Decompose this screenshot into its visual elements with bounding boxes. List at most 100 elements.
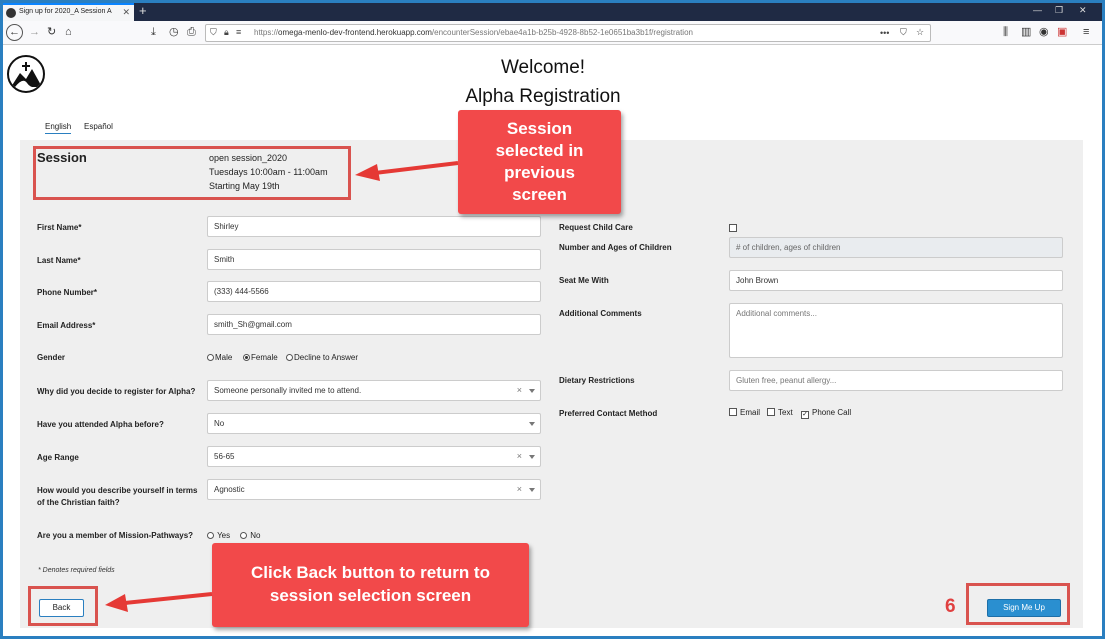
attended-before-label: Have you attended Alpha before? xyxy=(37,420,164,429)
window-close-icon[interactable]: ✕ xyxy=(1079,5,1087,16)
faith-select[interactable]: Agnostic × xyxy=(207,479,541,500)
checkbox-icon[interactable] xyxy=(767,408,775,416)
welcome-heading: Welcome! xyxy=(500,57,586,78)
step-number: 6 xyxy=(945,596,956,617)
pocket-icon[interactable]: ⛉ xyxy=(900,27,907,38)
back-highlight-box xyxy=(28,586,98,626)
sign-up-highlight-box xyxy=(966,583,1070,625)
child-care-label: Request Child Care xyxy=(559,223,633,232)
faith-label-line1: How would you describe yourself in terms xyxy=(37,486,198,495)
library-icon[interactable]: ⫼ xyxy=(1003,25,1008,39)
comments-textarea[interactable]: Additional comments... xyxy=(729,303,1063,358)
gender-label: Gender xyxy=(37,353,66,362)
home-icon[interactable]: ⌂ xyxy=(65,25,72,39)
url-path: /encounterSession/ebae4a1b-b25b-4928-8b5… xyxy=(431,28,693,37)
sidebar-icon[interactable]: ▥ xyxy=(1021,25,1031,39)
minimize-icon[interactable]: — xyxy=(1033,5,1042,15)
contact-option-email[interactable]: Email xyxy=(729,408,760,417)
contact-method-label: Preferred Contact Method xyxy=(559,409,658,418)
reload-icon[interactable]: ↻ xyxy=(47,25,56,39)
history-icon[interactable]: ◷ xyxy=(169,25,179,39)
dropdown-caret-icon[interactable] xyxy=(529,488,535,492)
email-input[interactable]: smith_Sh@gmail.com xyxy=(207,314,541,335)
clear-selection-icon[interactable]: × xyxy=(517,385,522,395)
dietary-input[interactable]: Gluten free, peanut allergy... xyxy=(729,370,1063,391)
contact-email-label: Email xyxy=(740,408,761,417)
gender-option-male[interactable]: Male xyxy=(207,353,232,362)
radio-icon[interactable] xyxy=(207,532,214,539)
phone-number-input[interactable]: (333) 444-5566 xyxy=(207,281,541,302)
children-input[interactable]: # of children, ages of children xyxy=(729,237,1063,258)
url-bar[interactable]: ⛉ 🔒︎ ≡ https://omega-menlo-dev-frontend.… xyxy=(205,24,931,42)
back-callout-line1: Click Back button to return to xyxy=(251,563,490,582)
dietary-label: Dietary Restrictions xyxy=(559,376,635,385)
gender-female-label: Female xyxy=(251,353,278,362)
page-title: Alpha Registration xyxy=(465,86,621,107)
gender-option-female[interactable]: Female xyxy=(243,353,278,362)
restore-icon[interactable]: ❐ xyxy=(1055,5,1063,16)
child-care-checkbox[interactable] xyxy=(729,224,737,232)
first-name-label: First Name* xyxy=(37,223,82,232)
gender-option-decline[interactable]: Decline to Answer xyxy=(286,353,358,362)
dropdown-caret-icon[interactable] xyxy=(529,389,535,393)
children-label: Number and Ages of Children xyxy=(559,243,672,252)
close-tab-icon[interactable]: ✕ xyxy=(122,7,130,18)
attended-before-value: No xyxy=(214,419,225,428)
why-register-label: Why did you decide to register for Alpha… xyxy=(37,387,196,396)
new-tab-button[interactable]: + xyxy=(139,3,147,19)
screenshot-icon[interactable]: ⎙ xyxy=(187,25,196,39)
radio-icon[interactable] xyxy=(240,532,247,539)
shield-icon: ⛉ xyxy=(210,27,217,37)
why-register-value: Someone personally invited me to attend. xyxy=(214,386,362,395)
checkbox-icon[interactable] xyxy=(729,408,737,416)
lock-icon: 🔒︎ xyxy=(224,27,229,37)
faith-value: Agnostic xyxy=(214,485,245,494)
member-option-yes[interactable]: Yes xyxy=(207,531,230,540)
checkbox-checked-icon[interactable]: ✓ xyxy=(801,411,809,419)
tab-bar: Sign up for 2020_A Session A ✕ + — ❐ ✕ xyxy=(3,3,1102,21)
permissions-icon: ≡ xyxy=(236,27,242,37)
language-tab-english[interactable]: English xyxy=(45,122,72,134)
email-label: Email Address* xyxy=(37,321,96,330)
comments-label: Additional Comments xyxy=(559,309,642,318)
browser-tab[interactable]: Sign up for 2020_A Session A ✕ xyxy=(3,3,134,21)
page-actions-icon[interactable]: ••• xyxy=(880,28,889,38)
contact-phone-label: Phone Call xyxy=(812,408,852,417)
tab-title: Sign up for 2020_A Session A xyxy=(19,8,112,15)
dropdown-caret-icon[interactable] xyxy=(529,422,535,426)
language-tab-spanish[interactable]: Español xyxy=(84,122,113,131)
session-callout-line2: selected in xyxy=(495,141,584,160)
organization-logo xyxy=(7,55,45,93)
age-range-select[interactable]: 56-65 × xyxy=(207,446,541,467)
hamburger-menu-icon[interactable]: ≡ xyxy=(1083,25,1089,39)
gender-decline-label: Decline to Answer xyxy=(294,353,359,362)
contact-option-phone[interactable]: ✓ Phone Call xyxy=(801,408,851,419)
last-name-label: Last Name* xyxy=(37,256,81,265)
radio-selected-icon[interactable] xyxy=(243,354,250,361)
why-register-select[interactable]: Someone personally invited me to attend.… xyxy=(207,380,541,401)
first-name-input[interactable]: Shirley xyxy=(207,216,541,237)
member-yes-label: Yes xyxy=(217,531,231,540)
last-name-input[interactable]: Smith xyxy=(207,249,541,270)
seat-with-input[interactable]: John Brown xyxy=(729,270,1063,291)
bookmark-star-icon[interactable]: ☆ xyxy=(916,27,924,38)
download-icon[interactable]: ⤓ xyxy=(151,25,156,39)
browser-forward-icon[interactable]: → xyxy=(29,25,40,39)
back-callout: Click Back button to return to session s… xyxy=(212,543,529,627)
clear-selection-icon[interactable]: × xyxy=(517,451,522,461)
contact-text-label: Text xyxy=(778,408,793,417)
member-option-no[interactable]: No xyxy=(240,531,260,540)
clear-selection-icon[interactable]: × xyxy=(517,484,522,494)
session-highlight-box xyxy=(33,146,351,200)
attended-before-select[interactable]: No xyxy=(207,413,541,434)
browser-back-icon[interactable]: ← xyxy=(6,24,23,41)
extension-icon[interactable]: ▣ xyxy=(1057,25,1067,39)
gender-male-label: Male xyxy=(215,353,233,362)
radio-icon[interactable] xyxy=(207,354,214,361)
dropdown-caret-icon[interactable] xyxy=(529,455,535,459)
age-range-value: 56-65 xyxy=(214,452,235,461)
radio-icon[interactable] xyxy=(286,354,293,361)
account-icon[interactable]: ◉ xyxy=(1039,25,1049,39)
contact-option-text[interactable]: Text xyxy=(767,408,793,417)
session-callout-line1: Session xyxy=(506,119,573,138)
